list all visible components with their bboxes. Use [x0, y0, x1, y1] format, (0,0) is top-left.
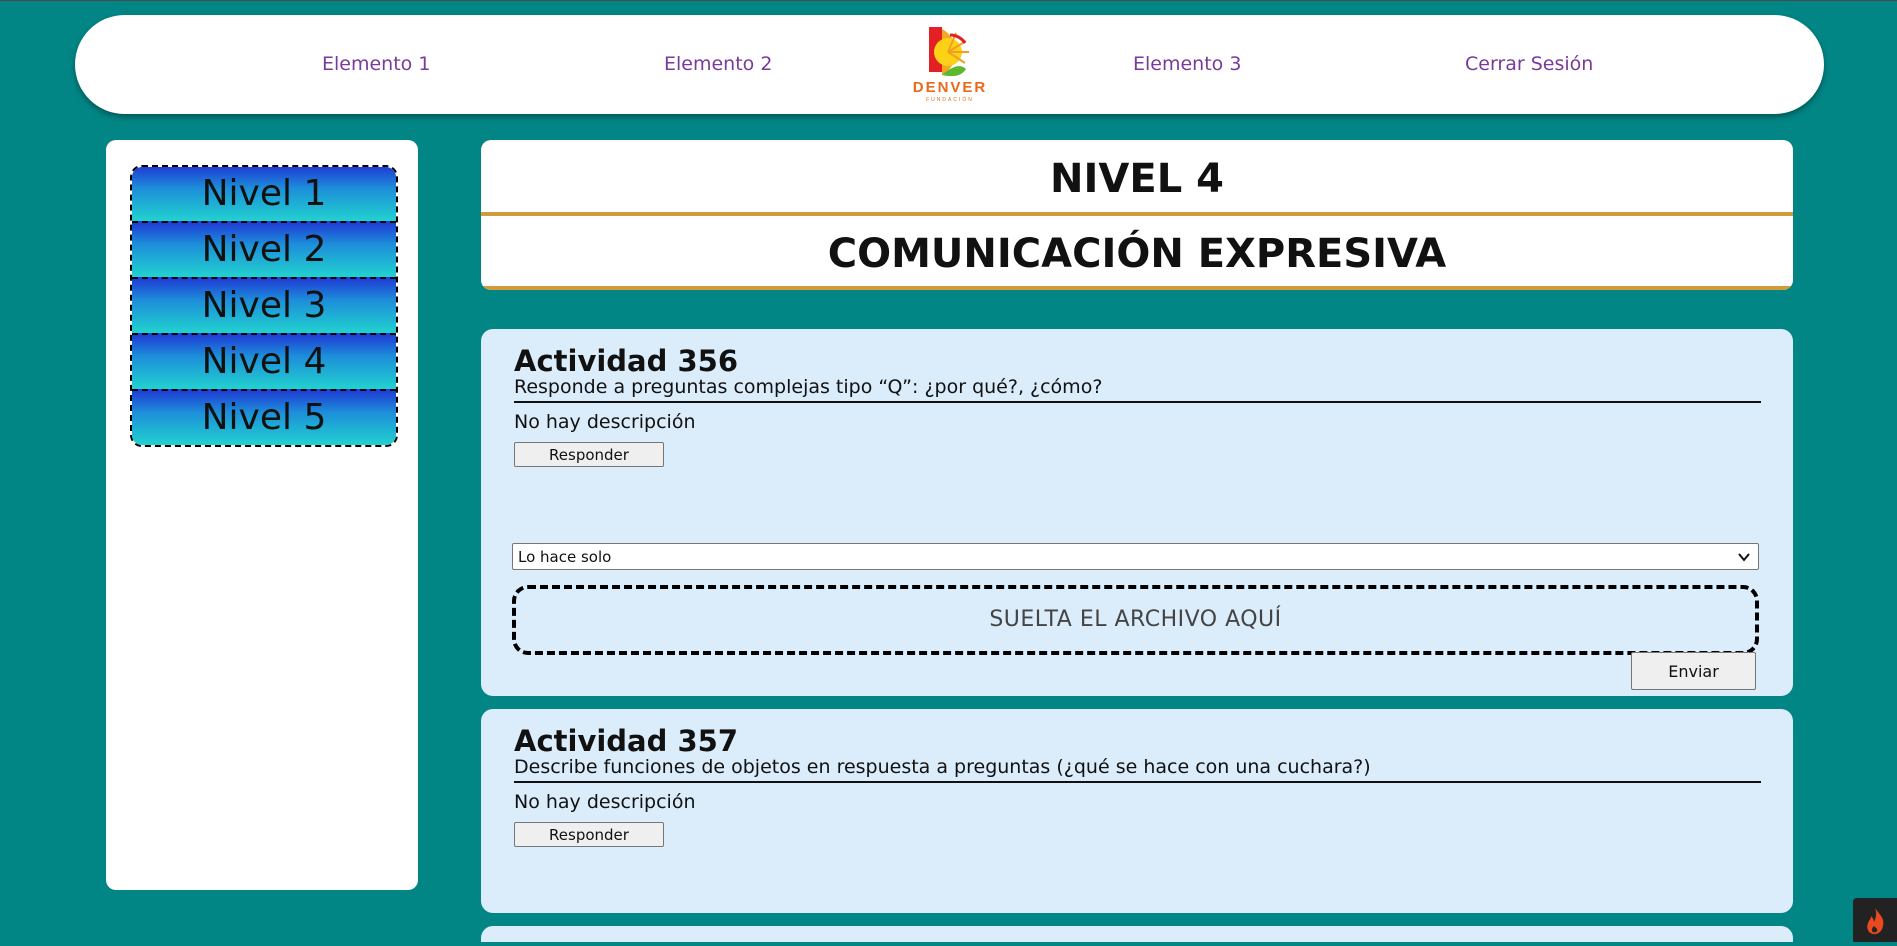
level-header: NIVEL 4 COMUNICACIÓN EXPRESIVA — [481, 140, 1793, 290]
file-dropzone[interactable]: SUELTA EL ARCHIVO AQUÍ — [512, 585, 1759, 655]
level-button-3[interactable]: Nivel 3 — [132, 279, 396, 335]
activity-title: Actividad 356 — [514, 344, 738, 378]
flame-icon — [1867, 908, 1884, 935]
logo-subtext: FUNDACIÓN — [926, 96, 974, 103]
respond-button[interactable]: Responder — [514, 822, 664, 847]
nav-item-elemento-1[interactable]: Elemento 1 — [322, 15, 430, 114]
nav-item-cerrar-sesion[interactable]: Cerrar Sesión — [1465, 15, 1593, 114]
level-button-5[interactable]: Nivel 5 — [132, 391, 396, 445]
status-select[interactable]: Lo hace solo — [512, 543, 1759, 570]
activity-card-partial — [481, 926, 1793, 942]
denver-logo[interactable]: DENVER FUNDACIÓN — [910, 25, 990, 105]
activity-description: No hay descripción — [514, 791, 696, 813]
activity-description: No hay descripción — [514, 411, 696, 433]
logo-text: DENVER — [913, 79, 988, 96]
activity-card: Actividad 357 Describe funciones de obje… — [481, 709, 1793, 913]
level-list: Nivel 1 Nivel 2 Nivel 3 Nivel 4 Nivel 5 — [130, 165, 398, 447]
level-button-2[interactable]: Nivel 2 — [132, 223, 396, 279]
respond-button[interactable]: Responder — [514, 442, 664, 467]
chevron-down-icon — [1738, 544, 1750, 581]
logo-graphic: DENVER FUNDACIÓN — [913, 27, 988, 103]
top-border — [0, 0, 1897, 1]
activity-subtitle: Describe funciones de objetos en respues… — [514, 756, 1761, 783]
activity-title: Actividad 357 — [514, 724, 738, 758]
flame-badge[interactable] — [1853, 898, 1897, 942]
activity-card: Actividad 356 Responde a preguntas compl… — [481, 329, 1793, 696]
level-button-4[interactable]: Nivel 4 — [132, 335, 396, 391]
subject-title: COMUNICACIÓN EXPRESIVA — [481, 216, 1793, 290]
status-select-value: Lo hace solo — [518, 548, 612, 566]
activity-subtitle: Responde a preguntas complejas tipo “Q”:… — [514, 376, 1761, 403]
level-title: NIVEL 4 — [481, 140, 1793, 216]
nav-item-elemento-3[interactable]: Elemento 3 — [1133, 15, 1241, 114]
top-navbar: Elemento 1 Elemento 2 DENVER FUNDACIÓN E… — [75, 15, 1824, 114]
send-button[interactable]: Enviar — [1631, 652, 1756, 690]
nav-item-elemento-2[interactable]: Elemento 2 — [664, 15, 772, 114]
level-button-1[interactable]: Nivel 1 — [132, 167, 396, 223]
level-sidebar: Nivel 1 Nivel 2 Nivel 3 Nivel 4 Nivel 5 — [106, 140, 418, 890]
